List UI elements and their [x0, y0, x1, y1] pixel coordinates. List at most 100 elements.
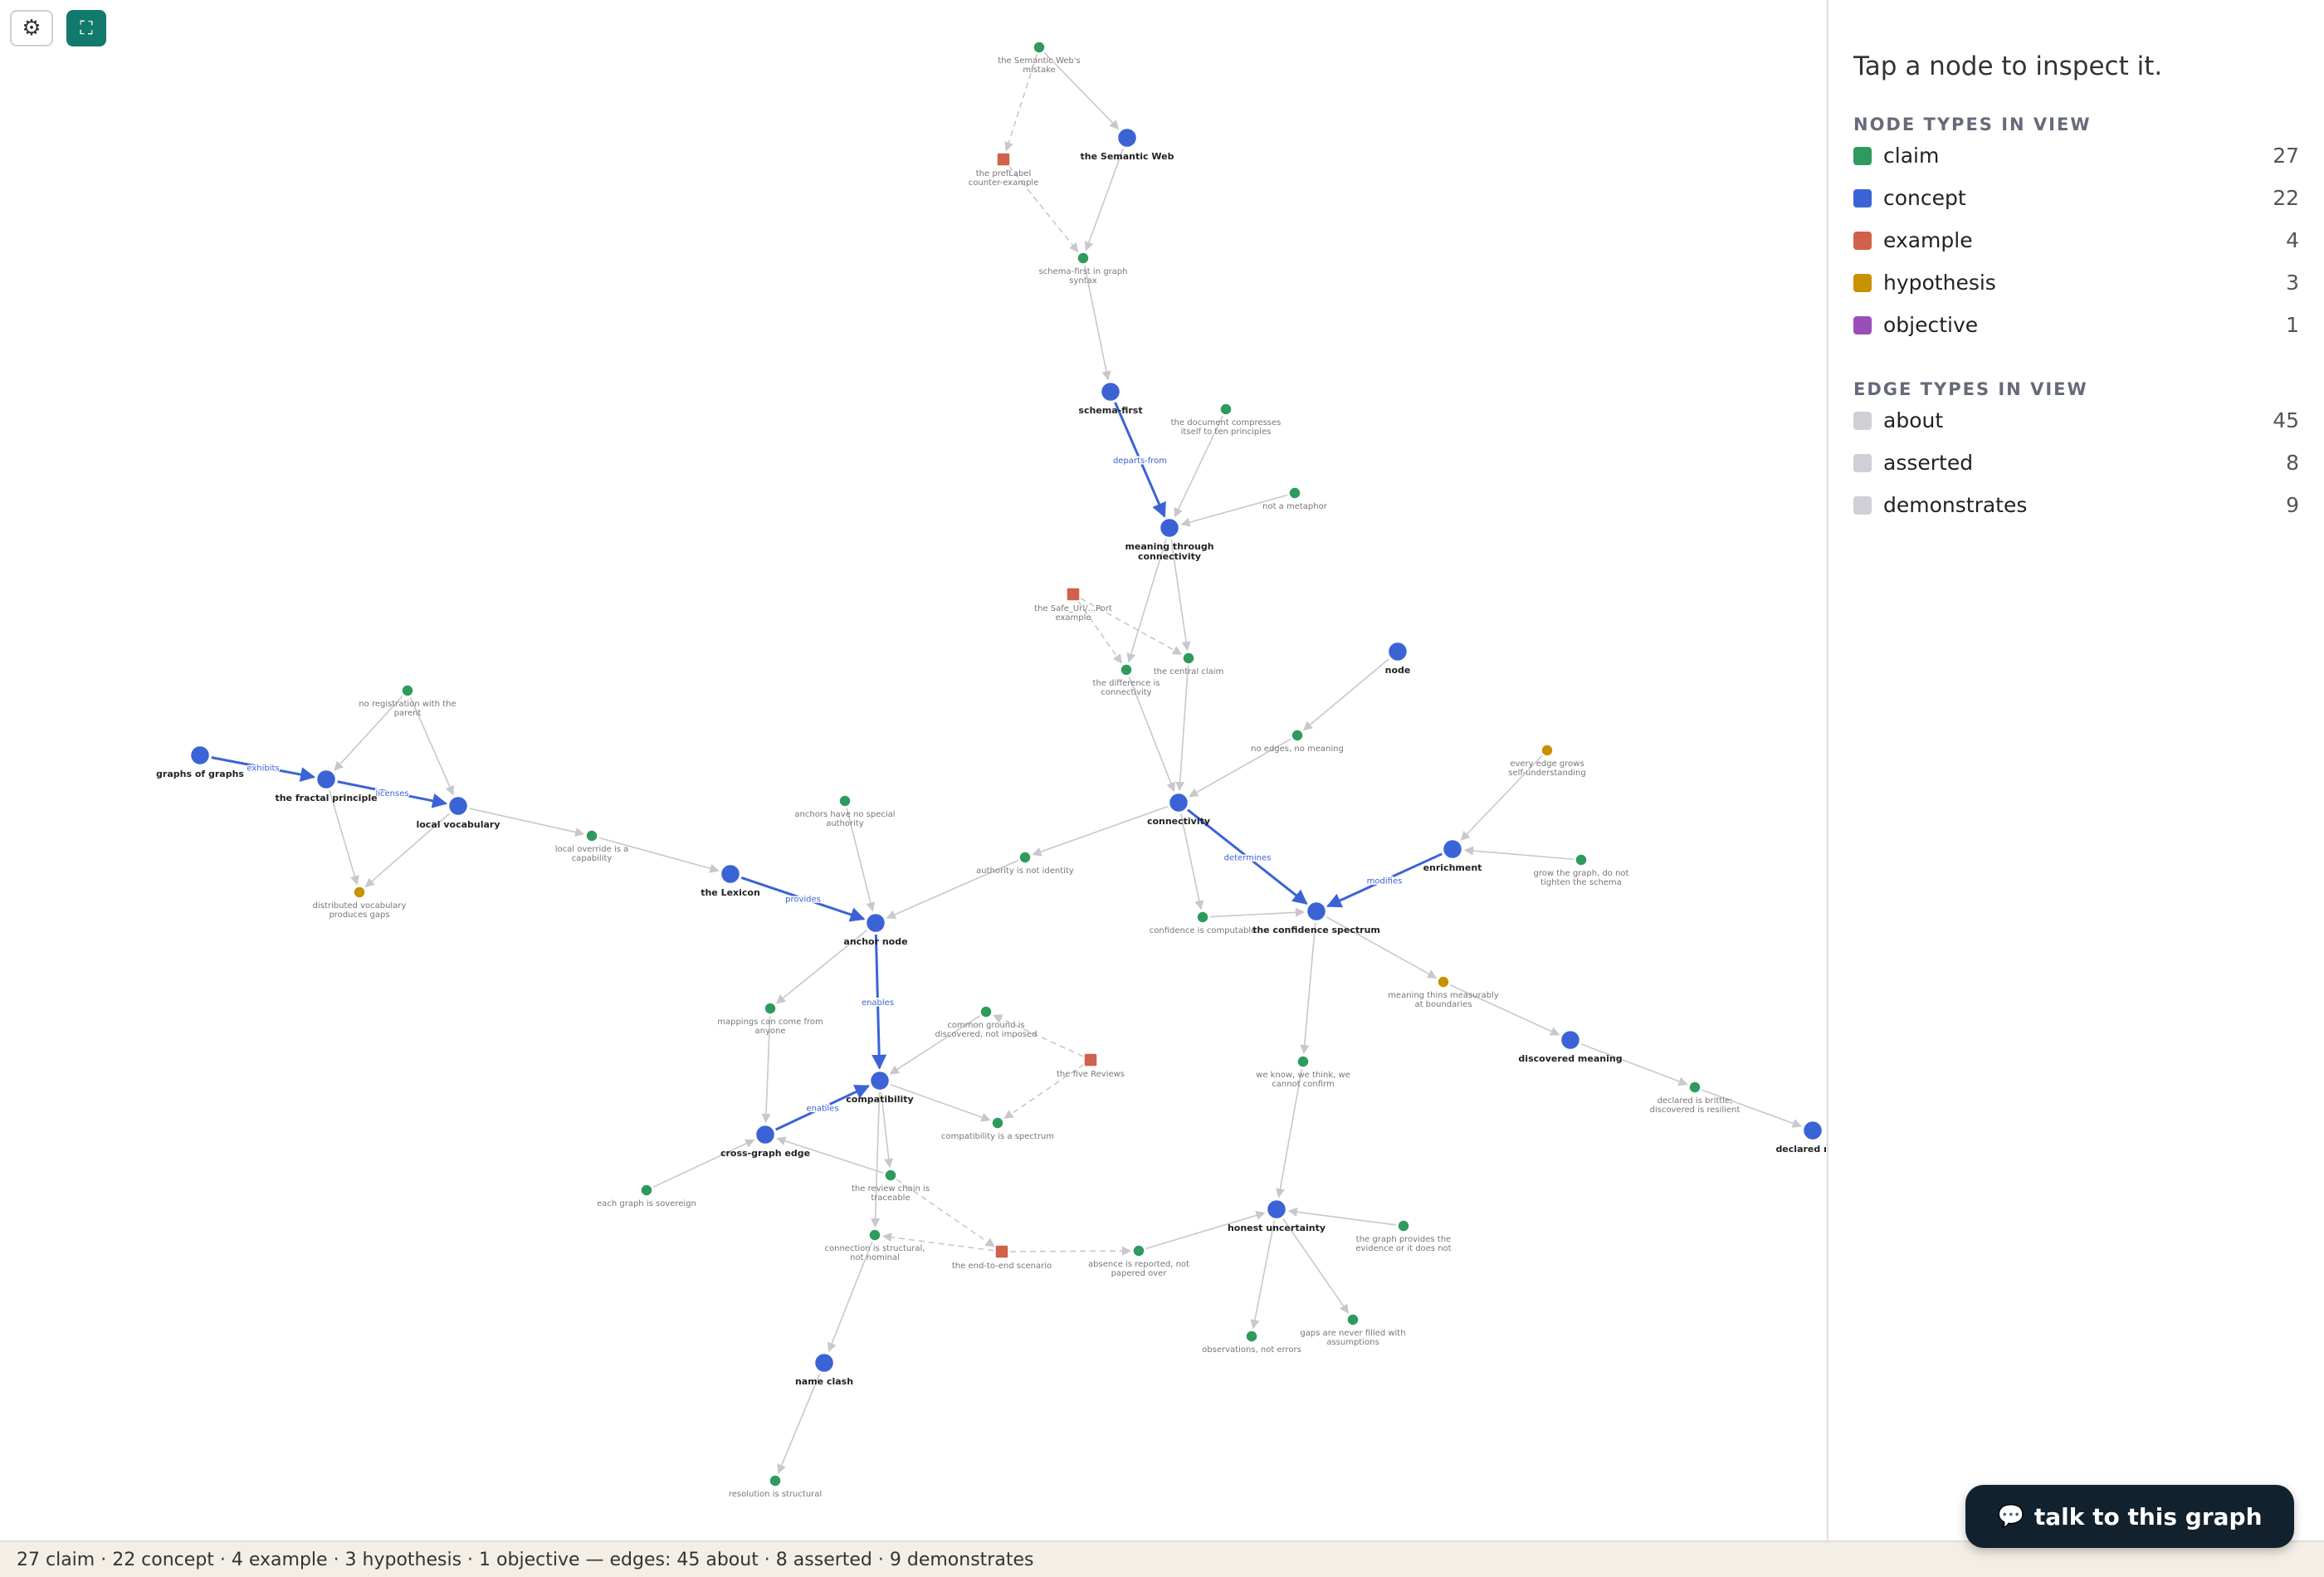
- graph-node-concept[interactable]: name clash: [795, 1351, 853, 1387]
- node-marker[interactable]: [1801, 1119, 1824, 1142]
- graph-edge[interactable]: [598, 837, 720, 873]
- graph-edge[interactable]: [1009, 1246, 1132, 1256]
- graph-edge[interactable]: [1463, 846, 1575, 861]
- graph-node-claim[interactable]: no registration with theparent: [359, 684, 456, 718]
- graph-edge[interactable]: [1032, 805, 1169, 857]
- node-marker[interactable]: [996, 152, 1011, 167]
- graph-node-concept[interactable]: honest uncertainty: [1228, 1198, 1326, 1233]
- node-type-example[interactable]: example 4: [1853, 219, 2299, 261]
- graph-node-concept[interactable]: schema-first: [1078, 380, 1143, 416]
- node-marker[interactable]: [979, 1005, 993, 1018]
- node-marker[interactable]: [1219, 403, 1233, 416]
- node-marker[interactable]: [1688, 1081, 1702, 1094]
- graph-node-hypothesis[interactable]: every edge growsself-understanding: [1508, 744, 1586, 778]
- graph-node-concept[interactable]: connectivity: [1147, 791, 1210, 827]
- graph-node-concept[interactable]: the confidence spectrum: [1252, 900, 1380, 935]
- graph-node-hypothesis[interactable]: meaning thins measurablyat boundaries: [1388, 975, 1499, 1009]
- node-marker[interactable]: [764, 1002, 777, 1015]
- node-marker[interactable]: [401, 684, 414, 697]
- edge-type-about[interactable]: about 45: [1853, 399, 2299, 442]
- graph-node-concept[interactable]: meaning throughconnectivity: [1125, 516, 1214, 562]
- graph-node-claim[interactable]: anchors have no specialauthority: [794, 794, 896, 828]
- graph-node-claim[interactable]: compatibility is a spectrum: [941, 1116, 1054, 1141]
- graph-node-example[interactable]: the Safe_Url/...Portexample: [1034, 587, 1112, 622]
- node-marker[interactable]: [1196, 911, 1209, 924]
- node-marker[interactable]: [719, 862, 742, 886]
- node-marker[interactable]: [838, 794, 852, 808]
- graph-edge[interactable]: [329, 790, 359, 886]
- graph-node-claim[interactable]: grow the graph, do nottighten the schema: [1534, 853, 1629, 887]
- node-marker[interactable]: [1083, 1052, 1098, 1067]
- node-marker[interactable]: [1291, 729, 1304, 742]
- node-marker[interactable]: [1265, 1198, 1288, 1221]
- node-marker[interactable]: [1397, 1219, 1410, 1233]
- node-type-objective[interactable]: objective 1: [1853, 304, 2299, 346]
- graph-node-example[interactable]: the end-to-end scenario: [952, 1244, 1052, 1271]
- graph-node-claim[interactable]: observations, not errors: [1202, 1330, 1301, 1355]
- node-marker[interactable]: [1441, 837, 1464, 861]
- graph-edge[interactable]: [1209, 907, 1306, 918]
- graph-edge[interactable]: [1084, 148, 1124, 251]
- node-marker[interactable]: [1116, 126, 1139, 149]
- node-marker[interactable]: [994, 1244, 1009, 1259]
- graph-edge[interactable]: [1302, 658, 1389, 731]
- graph-node-claim[interactable]: no edges, no meaning: [1251, 729, 1344, 754]
- fullscreen-button[interactable]: ⛶: [66, 10, 106, 46]
- settings-button[interactable]: ⚙: [10, 10, 53, 46]
- node-marker[interactable]: [1346, 1313, 1360, 1326]
- graph-edge[interactable]: [1250, 1220, 1276, 1330]
- graph-node-concept[interactable]: cross-graph edge: [720, 1123, 810, 1159]
- node-marker[interactable]: [1167, 791, 1190, 814]
- graph-node-claim[interactable]: gaps are never filled withassumptions: [1300, 1313, 1406, 1347]
- graph-node-claim[interactable]: the document compressesitself to ten pri…: [1171, 403, 1282, 437]
- graph-canvas[interactable]: departs-from determines modifies exhibits li…: [0, 0, 1826, 1540]
- node-marker[interactable]: [585, 829, 598, 842]
- graph-edge[interactable]: [777, 1373, 821, 1474]
- graph-node-claim[interactable]: we know, we think, wecannot confirm: [1256, 1055, 1350, 1089]
- node-marker[interactable]: [1437, 975, 1450, 989]
- node-marker[interactable]: [1575, 853, 1588, 867]
- graph-node-claim[interactable]: schema-first in graphsyntax: [1039, 251, 1128, 286]
- node-marker[interactable]: [1305, 900, 1328, 923]
- graph-edge[interactable]: [652, 1139, 755, 1188]
- graph-node-concept[interactable]: the Semantic Web: [1081, 126, 1174, 162]
- graph-node-concept[interactable]: discovered meaning: [1518, 1028, 1623, 1064]
- graph-node-claim[interactable]: the graph provides theevidence or it doe…: [1355, 1219, 1452, 1253]
- node-marker[interactable]: [188, 744, 212, 767]
- node-marker[interactable]: [813, 1351, 836, 1374]
- graph-node-claim[interactable]: absence is reported, notpapered over: [1088, 1244, 1189, 1278]
- node-marker[interactable]: [1120, 663, 1133, 676]
- node-marker[interactable]: [769, 1474, 782, 1487]
- graph-node-claim[interactable]: the difference isconnectivity: [1093, 663, 1160, 697]
- graph-node-claim[interactable]: common ground isdiscovered, not imposed: [935, 1005, 1038, 1039]
- graph-node-example[interactable]: the prefLabelcounter-example: [969, 152, 1039, 188]
- node-marker[interactable]: [1066, 587, 1081, 602]
- node-type-claim[interactable]: claim 27: [1853, 134, 2299, 177]
- graph-edge[interactable]: [1175, 665, 1189, 792]
- talk-to-graph-button[interactable]: 💬 talk to this graph: [1965, 1485, 2294, 1548]
- graph-node-claim[interactable]: local override is acapability: [555, 829, 628, 863]
- graph-svg[interactable]: departs-from determines modifies exhibits li…: [0, 0, 1826, 1540]
- graph-node-claim[interactable]: the Semantic Web'smistake: [998, 41, 1081, 75]
- graph-node-claim[interactable]: resolution is structural: [729, 1474, 822, 1499]
- node-marker[interactable]: [640, 1184, 653, 1197]
- node-marker[interactable]: [991, 1116, 1004, 1130]
- node-marker[interactable]: [1033, 41, 1046, 54]
- node-type-concept[interactable]: concept 22: [1853, 177, 2299, 219]
- node-marker[interactable]: [1182, 652, 1195, 665]
- graph-node-claim[interactable]: each graph is sovereign: [597, 1184, 696, 1208]
- node-marker[interactable]: [1296, 1055, 1310, 1068]
- node-marker[interactable]: [868, 1228, 881, 1242]
- node-marker[interactable]: [1386, 640, 1409, 663]
- node-marker[interactable]: [1245, 1330, 1258, 1343]
- graph-node-claim[interactable]: mappings can come fromanyone: [717, 1002, 823, 1036]
- graph-node-claim[interactable]: connection is structural,not nominal: [825, 1228, 925, 1262]
- graph-node-concept[interactable]: compatibility: [846, 1069, 914, 1105]
- node-marker[interactable]: [884, 1169, 897, 1182]
- node-marker[interactable]: [1540, 744, 1554, 757]
- node-marker[interactable]: [1559, 1028, 1582, 1052]
- graph-edge[interactable]: [1180, 813, 1204, 911]
- graph-node-concept[interactable]: enrichment: [1423, 837, 1482, 873]
- node-marker[interactable]: [868, 1069, 891, 1092]
- graph-node-concept[interactable]: anchor node: [843, 911, 908, 947]
